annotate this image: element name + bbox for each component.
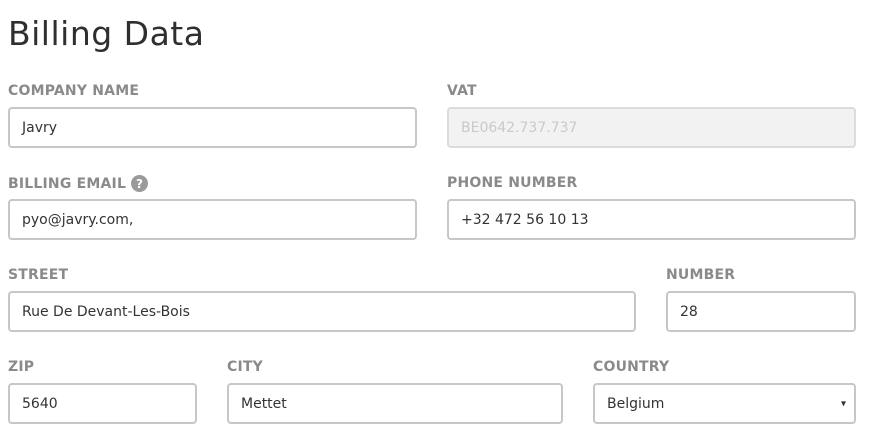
company-name-input[interactable]: Javry (8, 107, 417, 148)
city-label: CITY (227, 359, 263, 375)
chevron-down-icon: ▾ (840, 398, 846, 409)
country-selected-value: Belgium (607, 395, 665, 412)
company-name-label: COMPANY NAME (8, 83, 140, 99)
vat-label: VAT (447, 83, 477, 99)
billing-email-label: BILLING EMAIL (8, 175, 127, 192)
number-input[interactable]: 28 (666, 291, 856, 332)
street-input[interactable]: Rue De Devant-Les-Bois (8, 291, 636, 332)
city-input[interactable]: Mettet (227, 383, 563, 424)
country-label: COUNTRY (593, 359, 670, 375)
phone-number-input[interactable]: +32 472 56 10 13 (447, 199, 856, 240)
page-title: Billing Data (8, 14, 205, 53)
help-icon[interactable]: ? (131, 175, 149, 192)
billing-email-label-group: BILLING EMAIL ? (8, 175, 149, 192)
billing-data-form: Billing Data COMPANY NAME Javry VAT BE06… (0, 0, 894, 443)
billing-email-input[interactable]: pyo@javry.com, (8, 199, 417, 240)
number-label: NUMBER (666, 267, 736, 283)
vat-input: BE0642.737.737 (447, 107, 856, 148)
phone-number-label: PHONE NUMBER (447, 175, 578, 191)
zip-label: ZIP (8, 359, 35, 375)
street-label: STREET (8, 267, 69, 283)
zip-input[interactable]: 5640 (8, 383, 197, 424)
country-select[interactable]: Belgium ▾ (593, 383, 856, 424)
